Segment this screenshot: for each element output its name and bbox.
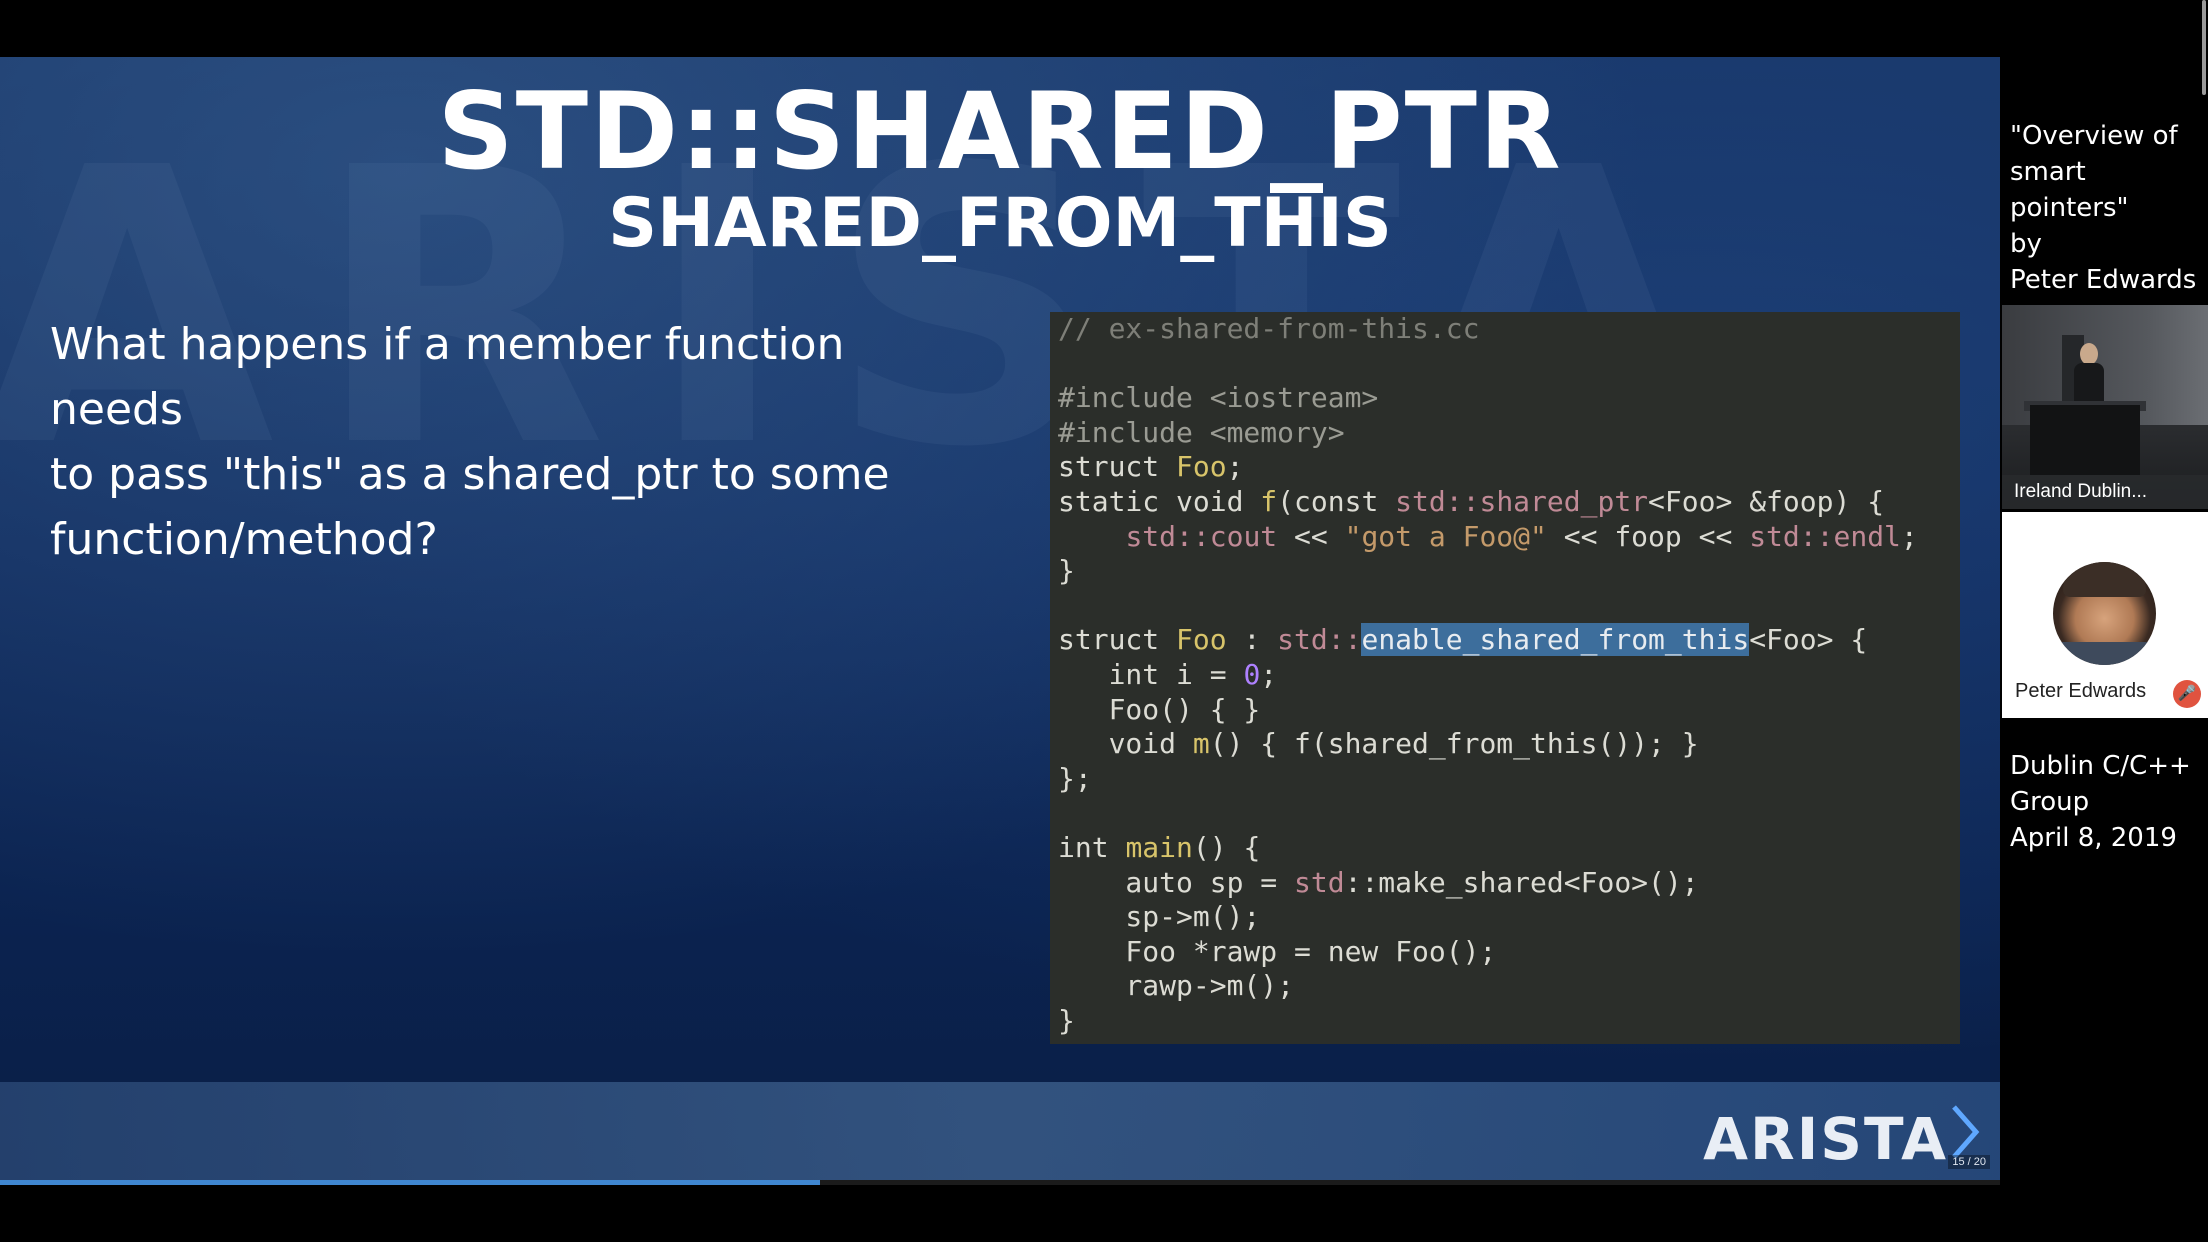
code-line: // ex-shared-from-this.cc <box>1058 312 1960 347</box>
code-token: ::make_shared<Foo>(); <box>1344 865 1699 899</box>
code-token: rawp->m(); <box>1058 969 1295 1003</box>
code-token: << foop << <box>1546 519 1750 553</box>
microphone-icon[interactable]: 🎤 <box>2173 680 2201 708</box>
camera-video-tile[interactable]: Ireland Dublin... <box>2002 305 2208 509</box>
code-line: static void f(const std::shared_ptr<Foo>… <box>1058 485 1960 520</box>
code-token: void <box>1058 727 1193 761</box>
code-line: int main() { <box>1058 831 1960 866</box>
question-line: to pass "this" as a shared_ptr to some <box>50 449 890 500</box>
highlighted-code-token: enable_shared_from_this <box>1361 623 1750 657</box>
code-line: void m() { f(shared_from_this()); } <box>1058 727 1960 762</box>
code-token: } <box>1058 554 1075 588</box>
code-token: Foo *rawp = new Foo(); <box>1058 934 1497 968</box>
slide-footer-band <box>0 1082 2000 1182</box>
code-line: struct Foo; <box>1058 450 1960 485</box>
code-line: #include <memory> <box>1058 416 1960 451</box>
code-line: int i = 0; <box>1058 658 1960 693</box>
presentation-slide: ARISTA STD::SHARED_PTR SHARED_FROM_THIS … <box>0 57 2000 1182</box>
talk-title-line: smart pointers" <box>2010 157 2129 223</box>
code-line: struct Foo : std::enable_shared_from_thi… <box>1058 623 1960 658</box>
code-line: auto sp = std::make_shared<Foo>(); <box>1058 866 1960 901</box>
slide-title: STD::SHARED_PTR <box>437 70 1563 193</box>
camera-tile-label: Ireland Dublin... <box>2002 475 2208 509</box>
group-info-line: Group <box>2010 787 2090 817</box>
code-token: "got a Foo@" <box>1344 519 1547 553</box>
code-token: auto sp = <box>1058 865 1295 899</box>
code-line: #include <iostream> <box>1058 381 1960 416</box>
code-token: () { f(shared_from_this()); } <box>1209 727 1699 761</box>
code-token: int <box>1058 830 1126 864</box>
code-token: 0 <box>1243 657 1261 691</box>
code-line: } <box>1058 554 1960 589</box>
code-token: ; <box>1900 519 1918 553</box>
code-line: sp->m(); <box>1058 900 1960 935</box>
code-line: } <box>1058 1004 1960 1039</box>
avatar <box>2053 562 2156 665</box>
code-token: std <box>1294 865 1345 899</box>
code-token: struct <box>1058 450 1177 484</box>
talk-title-line: Peter Edwards <box>2010 265 2197 295</box>
code-token: Foo <box>1176 623 1227 657</box>
slide-subtitle: SHARED_FROM_THIS <box>608 184 1392 263</box>
code-token: main <box>1125 830 1193 864</box>
code-token: sp->m(); <box>1058 900 1261 934</box>
group-info-line: April 8, 2019 <box>2010 823 2177 853</box>
code-token: std::cout <box>1125 519 1278 553</box>
code-line: Foo *rawp = new Foo(); <box>1058 935 1960 970</box>
code-token: : <box>1226 623 1278 657</box>
code-token: ; <box>1226 450 1244 484</box>
code-block: // ex-shared-from-this.cc #include <iost… <box>1050 312 1960 1044</box>
code-token: std:: <box>1277 623 1362 657</box>
question-line: What happens if a member function needs <box>50 319 845 435</box>
slide-page-indicator: 15 / 20 <box>1948 1155 1990 1169</box>
code-token: static void <box>1058 484 1261 518</box>
code-token: std::endl <box>1749 519 1901 553</box>
code-token: m <box>1192 727 1210 761</box>
sidebar-scrollbar[interactable] <box>2202 0 2206 95</box>
code-token: () { <box>1192 830 1261 864</box>
code-token: ; <box>1260 657 1278 691</box>
code-token: Foo() { } <box>1058 692 1261 726</box>
code-token: } <box>1058 1003 1075 1037</box>
playback-progress-bar[interactable] <box>0 1180 2000 1185</box>
code-token: (const <box>1277 484 1396 518</box>
code-token: <Foo> &foop) { <box>1648 484 1885 518</box>
code-line: }; <box>1058 762 1960 797</box>
talk-title: "Overview of smart pointers" by Peter Ed… <box>2010 118 2205 298</box>
avatar-hair <box>2063 562 2146 597</box>
code-line: Foo() { } <box>1058 693 1960 728</box>
playback-progress-fill <box>0 1180 820 1185</box>
question-line: function/method? <box>50 514 438 565</box>
code-line: rawp->m(); <box>1058 969 1960 1004</box>
group-info-line: Dublin C/C++ <box>2010 751 2191 781</box>
code-token: std::shared_ptr <box>1395 484 1649 518</box>
presenter-head <box>2080 343 2098 365</box>
podium <box>2030 405 2140 475</box>
code-token: }; <box>1058 761 1092 795</box>
code-token: Foo <box>1176 450 1227 484</box>
code-token: <Foo> { <box>1749 623 1868 657</box>
code-line: std::cout << "got a Foo@" << foop << std… <box>1058 520 1960 555</box>
code-token: << <box>1277 519 1345 553</box>
code-token: struct <box>1058 623 1177 657</box>
slide-question: What happens if a member function needs … <box>50 312 990 572</box>
code-token: #include <memory> <box>1058 415 1345 449</box>
code-token: f <box>1260 484 1278 518</box>
speaker-name: Peter Edwards <box>2015 680 2147 702</box>
group-info: Dublin C/C++ Group April 8, 2019 <box>2010 748 2205 856</box>
avatar-shirt <box>2053 642 2156 665</box>
code-token: int i = <box>1058 657 1244 691</box>
arista-logo: ARISTA <box>1703 1105 1948 1173</box>
talk-title-line: by <box>2010 229 2042 259</box>
code-token: #include <iostream> <box>1058 381 1379 415</box>
code-token: // ex-shared-from-this.cc <box>1058 312 1480 345</box>
talk-title-line: "Overview of <box>2010 121 2178 151</box>
